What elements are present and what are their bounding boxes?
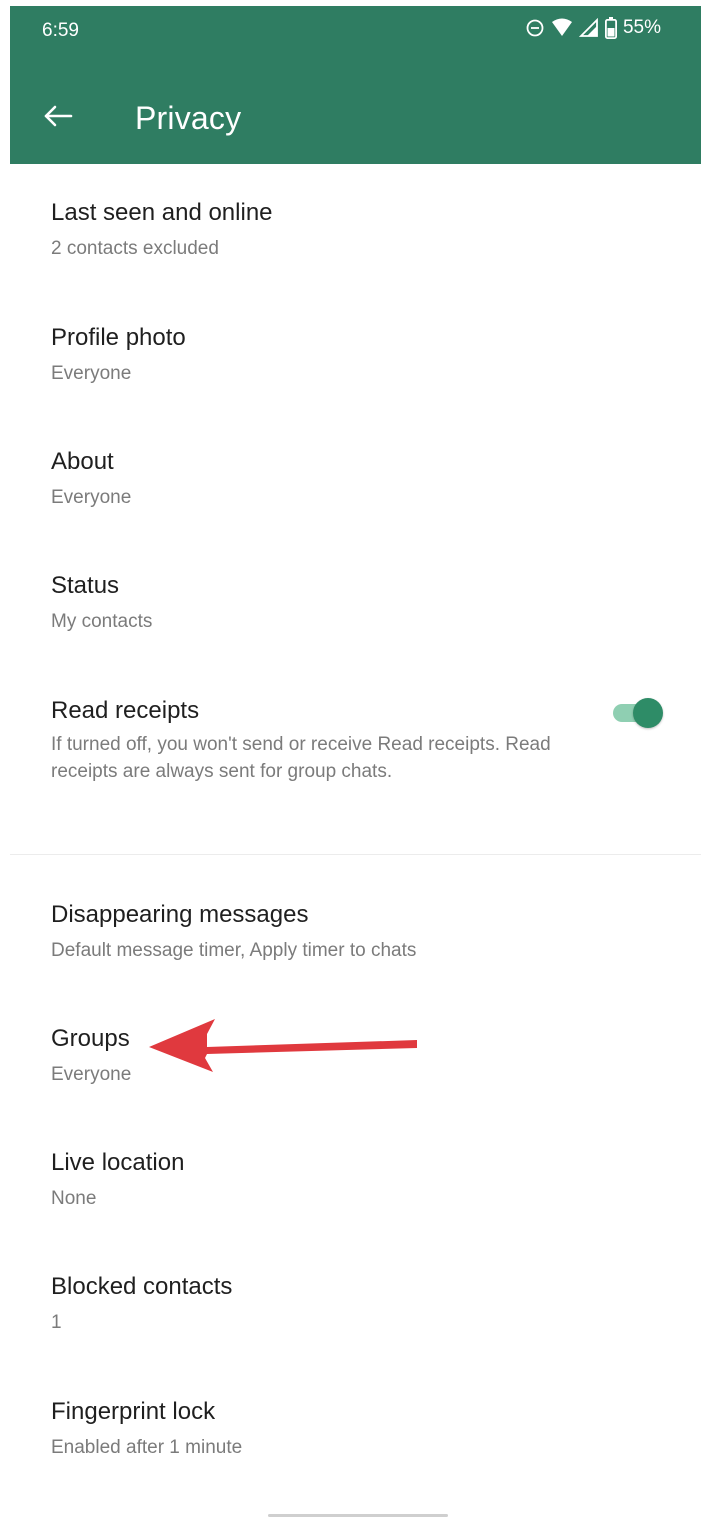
setting-read-receipts[interactable]: Read receipts If turned off, you won't s… (10, 682, 701, 832)
setting-subtitle: 1 (51, 1312, 62, 1333)
app-bar: 6:59 55% Privacy (10, 6, 701, 164)
do-not-disturb-icon (525, 18, 545, 38)
setting-fingerprint-lock[interactable]: Fingerprint lock Enabled after 1 minute (10, 1383, 701, 1483)
battery-percent: 55% (622, 17, 661, 38)
setting-last-seen[interactable]: Last seen and online 2 contacts excluded (10, 184, 701, 284)
annotation-arrow-icon (145, 1014, 420, 1079)
setting-subtitle: My contacts (51, 611, 153, 632)
setting-subtitle: Everyone (51, 487, 132, 508)
setting-title: Last seen and online (51, 199, 273, 226)
setting-about[interactable]: About Everyone (10, 433, 701, 533)
signal-icon (578, 18, 599, 38)
status-time: 6:59 (42, 20, 79, 41)
arrow-left-icon (43, 104, 73, 133)
back-button[interactable] (34, 98, 82, 138)
setting-subtitle: 2 contacts excluded (51, 238, 219, 259)
setting-status[interactable]: Status My contacts (10, 557, 701, 657)
phone-screen: 6:59 55% Privacy Last seen and online 2 … (10, 6, 701, 1523)
setting-subtitle: Enabled after 1 minute (51, 1437, 243, 1458)
setting-subtitle: If turned off, you won't send or receive… (51, 734, 551, 782)
toggle-thumb (633, 698, 663, 728)
read-receipts-toggle[interactable] (609, 696, 665, 730)
setting-blocked-contacts[interactable]: Blocked contacts 1 (10, 1258, 701, 1358)
home-gesture-handle[interactable] (268, 1514, 448, 1517)
setting-title: Groups (51, 1025, 130, 1052)
setting-subtitle: None (51, 1188, 97, 1209)
setting-title: Fingerprint lock (51, 1398, 216, 1425)
wifi-icon (551, 18, 573, 38)
setting-subtitle: Default message timer, Apply timer to ch… (51, 940, 417, 961)
setting-title: Read receipts (51, 697, 200, 724)
page-title: Privacy (135, 100, 242, 136)
setting-subtitle: Everyone (51, 1064, 132, 1085)
battery-icon (604, 17, 617, 39)
setting-title: Status (51, 572, 120, 599)
section-divider (10, 854, 701, 855)
setting-title: Profile photo (51, 324, 186, 351)
setting-profile-photo[interactable]: Profile photo Everyone (10, 309, 701, 409)
setting-title: Live location (51, 1149, 185, 1176)
setting-title: Blocked contacts (51, 1273, 233, 1300)
status-icons: 55% (525, 17, 661, 39)
setting-title: Disappearing messages (51, 901, 309, 928)
setting-live-location[interactable]: Live location None (10, 1134, 701, 1234)
setting-subtitle: Everyone (51, 363, 132, 384)
setting-title: About (51, 448, 114, 475)
setting-disappearing-messages[interactable]: Disappearing messages Default message ti… (10, 886, 701, 986)
